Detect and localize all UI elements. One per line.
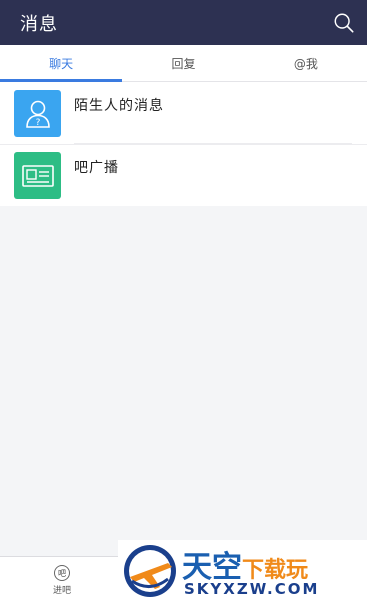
tab-replies[interactable]: 回复 xyxy=(122,45,244,81)
watermark-url: SKYXZW.COM xyxy=(184,580,320,598)
nav-item-enter-bar[interactable]: 吧 进吧 xyxy=(38,561,86,599)
search-icon[interactable] xyxy=(333,12,355,34)
tab-chat[interactable]: 聊天 xyxy=(0,45,123,82)
list-item-broadcast[interactable]: 吧广播 xyxy=(0,144,367,206)
list-item-stranger-messages[interactable]: ? 陌生人的消息 xyxy=(0,82,367,144)
message-list: ? 陌生人的消息 吧广播 xyxy=(0,82,367,206)
broadcast-icon xyxy=(14,152,61,199)
tab-chat-label: 聊天 xyxy=(49,56,74,71)
nav-item-label: 进吧 xyxy=(52,586,71,596)
bar-icon: 吧 xyxy=(54,565,70,581)
watermark-logo: 天空下载玩 SKYXZW.COM xyxy=(118,540,367,600)
tab-mentions-label: @我 xyxy=(293,56,318,71)
tab-bar: 聊天 回复 @我 xyxy=(0,45,367,82)
page-title: 消息 xyxy=(20,13,58,35)
airplane-logo-icon xyxy=(124,545,176,597)
tab-replies-label: 回复 xyxy=(171,56,196,71)
list-item-label: 吧广播 xyxy=(74,160,119,176)
list-item-label: 陌生人的消息 xyxy=(74,98,164,114)
stranger-icon: ? xyxy=(14,90,61,137)
tab-mentions[interactable]: @我 xyxy=(245,45,367,81)
app-header: 消息 xyxy=(0,0,367,45)
svg-text:?: ? xyxy=(35,118,40,128)
